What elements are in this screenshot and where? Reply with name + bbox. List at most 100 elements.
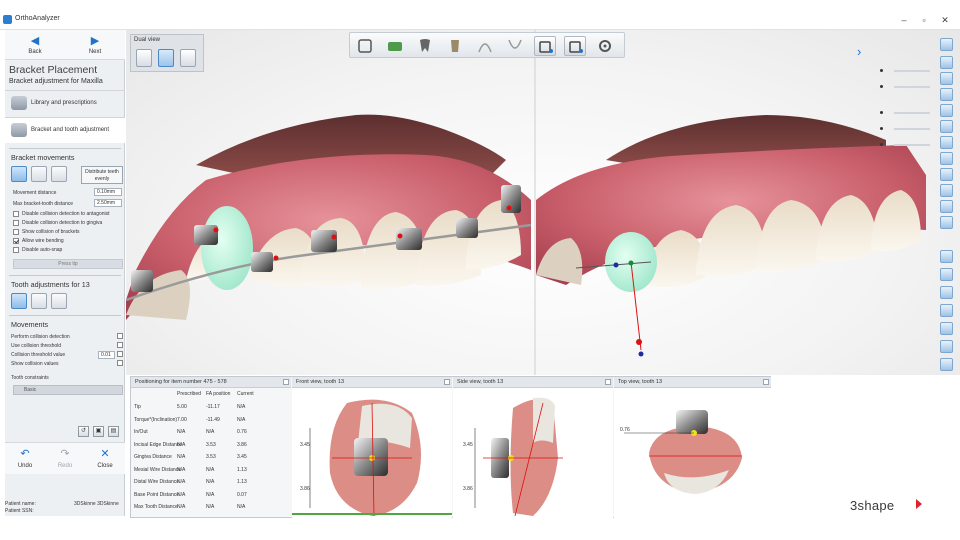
max-bracket-distance-input[interactable]: 2.50mm	[94, 199, 122, 207]
stage-library[interactable]: Library and prescriptions	[5, 90, 125, 116]
dental-scan-render[interactable]	[126, 30, 960, 375]
threshold-spin-button[interactable]	[117, 351, 123, 357]
layer-tool-icon[interactable]	[940, 120, 953, 133]
bracket-12[interactable]	[251, 252, 273, 272]
layer-tool-icon[interactable]	[940, 104, 953, 117]
opacity-slider[interactable]	[894, 86, 930, 88]
model-view-icon[interactable]	[384, 36, 406, 56]
layer-tool-icon[interactable]	[940, 168, 953, 181]
distribute-teeth-button[interactable]: Distribute teeth evenly	[81, 166, 123, 184]
bracket-22[interactable]	[456, 218, 478, 238]
camera-icon[interactable]	[940, 304, 953, 317]
single-view-button[interactable]	[136, 49, 152, 67]
auto-snap-checkbox[interactable]	[13, 247, 19, 253]
stage-bracket-adjustment[interactable]: Bracket and tooth adjustment	[5, 117, 125, 143]
dual-view-button[interactable]	[158, 49, 174, 67]
minimize-button[interactable]: –	[896, 13, 912, 27]
maximize-button[interactable]: ▫	[916, 13, 932, 27]
table-cell: N/A	[177, 441, 186, 448]
tooth-icon[interactable]	[414, 36, 436, 56]
opacity-slider[interactable]	[894, 128, 930, 130]
collision-detection-checkbox[interactable]	[117, 333, 123, 339]
bracket-alt-icon[interactable]	[564, 36, 586, 56]
layer-tool-icon[interactable]	[940, 200, 953, 213]
layer-tool-icon[interactable]	[940, 72, 953, 85]
top-view[interactable]: 0.76	[614, 388, 771, 518]
selected-tooth-13[interactable]	[201, 206, 253, 290]
slider-handle[interactable]	[880, 69, 883, 72]
redo-button[interactable]: ↷ Redo	[45, 445, 85, 473]
measure-tool-icon[interactable]	[940, 268, 953, 281]
sphere-icon[interactable]	[940, 358, 953, 371]
tooth-move-tool-button[interactable]	[11, 293, 27, 309]
bracket-13[interactable]	[194, 225, 218, 245]
snapshot-icon[interactable]: ▣	[93, 426, 104, 437]
bracket-tooth-icon[interactable]	[534, 36, 556, 56]
layer-tool-icon[interactable]	[940, 216, 953, 229]
tip-bracket-tool-button[interactable]	[51, 166, 67, 182]
rotate-bracket-tool-button[interactable]	[31, 166, 47, 182]
axis-handle[interactable]	[636, 339, 642, 345]
close-window-button[interactable]: ✕	[937, 13, 953, 27]
front-view[interactable]: 3.45 3.86	[292, 388, 452, 518]
threshold-value-input[interactable]: 0.01	[98, 351, 115, 359]
bracket-11[interactable]	[311, 230, 337, 252]
tooth-tip-tool-button[interactable]	[51, 293, 67, 309]
chevron-right-icon[interactable]: ›	[857, 44, 861, 59]
arch-upper-icon[interactable]	[474, 36, 496, 56]
back-button[interactable]: ◀ Back	[5, 30, 65, 60]
slider-handle[interactable]	[880, 111, 883, 114]
close-button[interactable]: ✕ Close	[85, 445, 125, 473]
clip-tool-icon[interactable]	[940, 250, 953, 263]
opacity-slider[interactable]	[894, 70, 930, 72]
layer-tool-icon[interactable]	[940, 136, 953, 149]
zoom-tool-icon[interactable]	[940, 286, 953, 299]
undo-button[interactable]: ↶ Undo	[5, 445, 45, 473]
collision-antagonist-checkbox[interactable]	[13, 211, 19, 217]
show-collision-checkbox[interactable]	[13, 229, 19, 235]
table-cell: N/A	[206, 429, 215, 435]
next-button[interactable]: ▶ Next	[65, 30, 125, 60]
show-values-checkbox[interactable]	[117, 360, 123, 366]
bracket-21[interactable]	[396, 228, 422, 250]
side-view[interactable]: 3.45 3.86	[453, 388, 613, 518]
reset-view-icon[interactable]	[940, 340, 953, 353]
settings-icon[interactable]: ▤	[108, 426, 119, 437]
split-view-button[interactable]	[180, 49, 196, 67]
collision-gingiva-checkbox[interactable]	[13, 220, 19, 226]
opacity-slider[interactable]	[894, 112, 930, 114]
pin-icon[interactable]	[444, 379, 450, 385]
arch-lower-icon[interactable]	[504, 36, 526, 56]
3d-viewport[interactable]: Dual view ›	[126, 30, 960, 375]
axis-handle[interactable]	[628, 260, 634, 266]
reset-icon[interactable]: ↺	[78, 426, 89, 437]
pin-icon[interactable]	[763, 379, 769, 385]
wire-bending-checkbox[interactable]	[13, 238, 19, 244]
layer-tool-icon[interactable]	[940, 152, 953, 165]
table-cell: 5.00	[177, 404, 187, 410]
layer-tool-icon[interactable]	[940, 88, 953, 101]
axis-handle[interactable]	[638, 351, 644, 357]
layer-tool-icon[interactable]	[940, 184, 953, 197]
slider-handle[interactable]	[880, 85, 883, 88]
rotate-icon[interactable]	[940, 322, 953, 335]
use-threshold-checkbox[interactable]	[117, 342, 123, 348]
press-tip-button[interactable]: Press tip	[13, 259, 123, 269]
tooth-constraints-select[interactable]: Basic	[13, 385, 123, 395]
occlusal-view-icon[interactable]	[354, 36, 376, 56]
slider-handle[interactable]	[880, 143, 883, 146]
gear-icon[interactable]	[594, 36, 616, 56]
tooth-rotate-tool-button[interactable]	[31, 293, 47, 309]
move-bracket-tool-button[interactable]	[11, 166, 27, 182]
visibility-tool-icon[interactable]	[940, 38, 953, 51]
axis-handle[interactable]	[613, 262, 619, 268]
table-cell: N/A	[206, 504, 215, 510]
movement-distance-input[interactable]: 0.10mm	[94, 188, 122, 196]
bracket-14[interactable]	[131, 270, 153, 292]
pin-icon[interactable]	[605, 379, 611, 385]
bracket-view-icon[interactable]	[444, 36, 466, 56]
slider-handle[interactable]	[880, 127, 883, 130]
pin-icon[interactable]	[283, 379, 289, 385]
opacity-slider[interactable]	[894, 144, 930, 146]
opacity-tool-icon[interactable]	[940, 56, 953, 69]
